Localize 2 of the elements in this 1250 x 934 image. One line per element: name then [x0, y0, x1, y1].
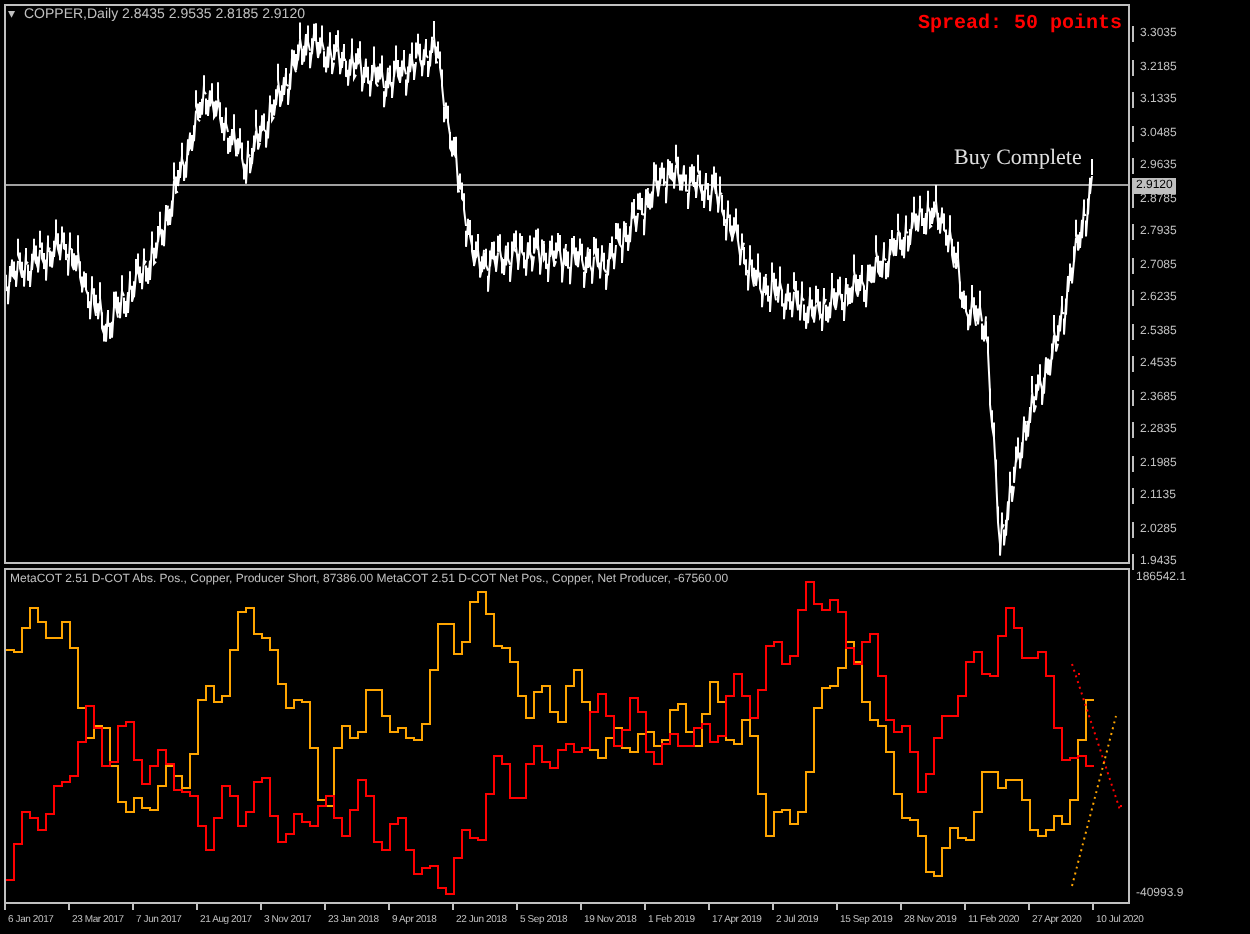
signal-label: Buy Complete: [954, 144, 1082, 172]
spread-label: Spread: 50 points: [917, 14, 1122, 38]
